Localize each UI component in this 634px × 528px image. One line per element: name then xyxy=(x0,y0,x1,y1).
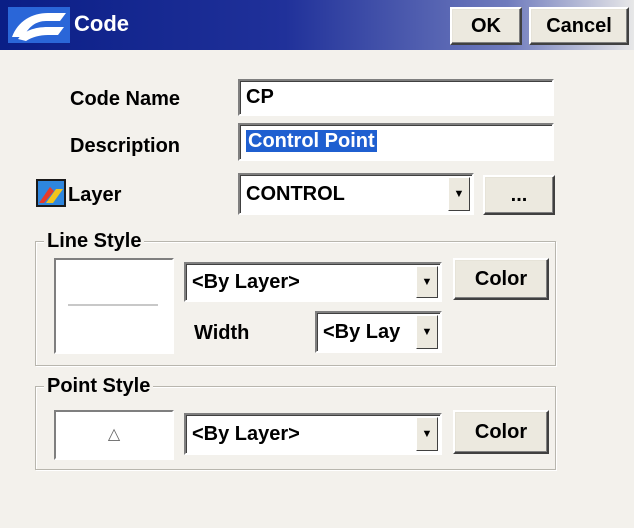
layer-value: CONTROL xyxy=(246,182,345,205)
window-title: Code xyxy=(74,11,129,36)
width-label: Width xyxy=(194,322,250,344)
app-logo-icon xyxy=(8,7,70,43)
line-color-button[interactable]: Color xyxy=(453,258,549,300)
chevron-down-icon[interactable]: ▼ xyxy=(416,266,438,298)
title-bar[interactable]: Code OK Cancel xyxy=(0,0,634,50)
cancel-button[interactable]: Cancel xyxy=(529,7,629,45)
ok-button[interactable]: OK xyxy=(450,7,522,45)
line-style-select[interactable]: <By Layer> ▼ xyxy=(184,262,442,302)
point-color-button[interactable]: Color xyxy=(453,410,549,454)
description-label: Description xyxy=(70,135,181,157)
line-preview-stroke xyxy=(68,304,158,306)
triangle-icon: △ xyxy=(107,426,121,443)
line-width-value: <By Lay xyxy=(323,320,401,343)
code-name-label: Code Name xyxy=(70,88,181,110)
chevron-down-icon[interactable]: ▼ xyxy=(416,315,438,349)
description-input[interactable]: Control Point xyxy=(238,123,554,161)
layer-icon xyxy=(36,179,66,207)
line-width-select[interactable]: <By Lay ▼ xyxy=(315,311,442,353)
point-style-preview: △ xyxy=(54,410,174,460)
code-name-input[interactable]: CP xyxy=(238,79,554,116)
chevron-down-icon[interactable]: ▼ xyxy=(448,177,470,211)
line-style-preview xyxy=(54,258,174,354)
point-style-title: Point Style xyxy=(44,374,154,398)
point-style-value: <By Layer> xyxy=(192,422,300,445)
point-style-select[interactable]: <By Layer> ▼ xyxy=(184,413,442,455)
line-style-value: <By Layer> xyxy=(192,270,300,293)
layer-select[interactable]: CONTROL ▼ xyxy=(238,173,474,215)
layer-label: Layer xyxy=(68,184,122,206)
description-value: Control Point xyxy=(246,130,377,152)
line-style-title: Line Style xyxy=(44,229,145,253)
layer-browse-button[interactable]: ... xyxy=(483,175,555,215)
code-name-value: CP xyxy=(246,86,274,108)
chevron-down-icon[interactable]: ▼ xyxy=(416,417,438,451)
